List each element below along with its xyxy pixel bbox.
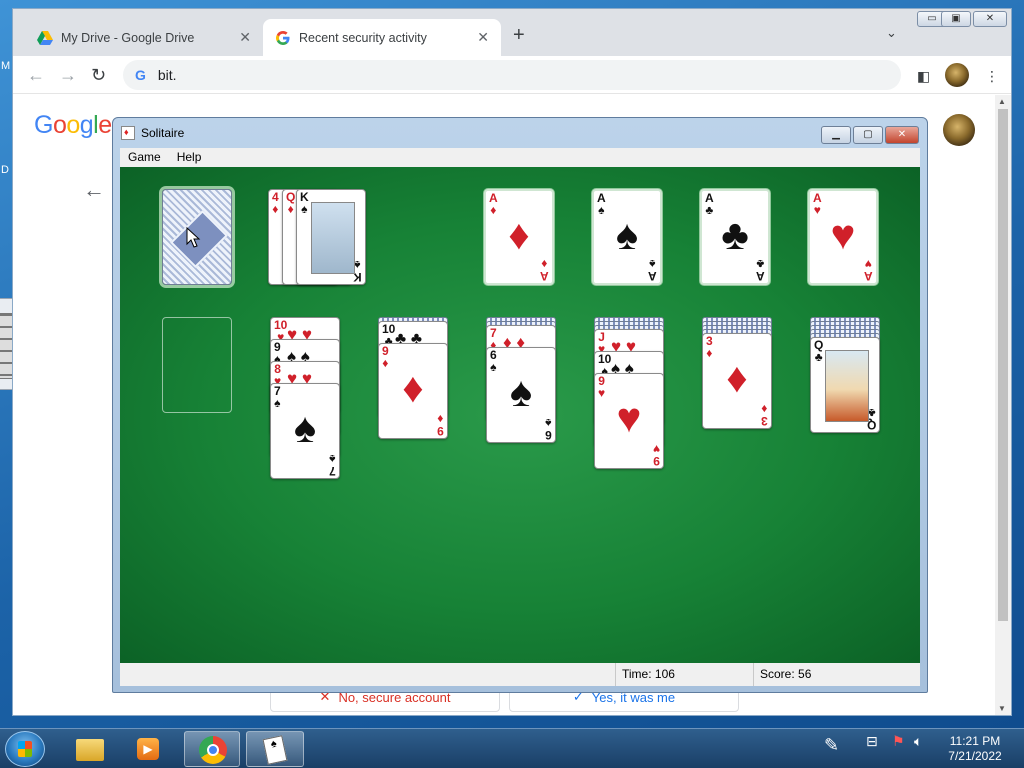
card-rank: Q ♣ [814, 338, 824, 364]
menu-help[interactable]: Help [169, 148, 210, 167]
windows-explorer-icon[interactable] [70, 731, 110, 767]
status-bar: Time: 106 Score: 56 [120, 663, 920, 686]
volume-icon[interactable]: 🔈︎ [914, 733, 922, 750]
score-display: Score: 56 [753, 663, 893, 686]
solitaire-window: Solitaire ▁ ▢ ✕ Game Help 4 ♦♦ ♦Q ♦♦ ♦K … [112, 117, 928, 693]
chevron-down-icon[interactable]: ⌄ [886, 25, 897, 41]
card-suit-symbol: ♥ [830, 211, 856, 258]
google-g-icon: G [135, 67, 146, 83]
foundation-card[interactable]: A ♦ A ♦ ♦ [484, 189, 554, 285]
google-g-icon [276, 30, 290, 45]
card-suit-symbol: ♠ [615, 211, 639, 258]
card-suit-symbol: ♦ [726, 354, 748, 401]
card-rank-corner: A ♦ [540, 257, 549, 283]
tableau-empty-slot[interactable] [162, 317, 232, 413]
pen-tablet-icon[interactable]: ✎ [824, 735, 839, 756]
card-suit-symbol: ♠ [509, 368, 533, 415]
tableau-card[interactable]: 7 ♠ 7 ♠ ♠ [270, 383, 340, 479]
foundation-card[interactable]: A ♠ A ♠ ♠ [592, 189, 662, 285]
card-rank-corner: A ♥ [864, 257, 873, 283]
solitaire-icon[interactable]: ♠ [246, 731, 304, 767]
menu-bar: Game Help [120, 148, 920, 167]
foundation-card[interactable]: A ♣ A ♣ ♣ [700, 189, 770, 285]
address-text: bit. [157, 67, 177, 83]
card-rank-corner: A ♠ [648, 257, 657, 283]
card-rank-corner: 9 ♦ [437, 412, 444, 438]
page-scrollbar[interactable]: ▲ ▼ [995, 95, 1011, 715]
mouse-cursor-icon [186, 227, 201, 248]
taskbar: ▶ ♠ ✎ ⊟ ⚑ 🔈︎ 11:21 PM 7/21/2022 [0, 728, 1024, 768]
card-rank: K ♠ [300, 190, 309, 216]
card-suit-symbol: ♠ [293, 404, 317, 451]
close-button[interactable]: ✕ [885, 126, 919, 144]
tab-title: Recent security activity [299, 30, 427, 45]
tab-title: My Drive - Google Drive [61, 30, 195, 45]
card-rank: 4 ♦ [272, 190, 279, 216]
profile-avatar[interactable] [945, 63, 969, 87]
close-button[interactable]: ✕ [973, 11, 1007, 27]
tableau-card[interactable]: 9 ♥ 9 ♥ ♥ [594, 373, 664, 469]
game-board[interactable]: 4 ♦♦ ♦Q ♦♦ ♦K ♠K ♠A ♦A ♦♦A ♠A ♠♠A ♣A ♣♣A… [120, 167, 920, 663]
maximize-button[interactable]: ▢ [853, 126, 883, 144]
scroll-thumb[interactable] [998, 109, 1008, 621]
back-icon[interactable]: ← [27, 65, 45, 86]
browser-toolbar: ← → ↻ G bit. ◧ ⋮ [13, 56, 1011, 94]
time-display: Time: 106 [615, 663, 751, 686]
account-avatar[interactable] [943, 114, 975, 146]
back-arrow-icon[interactable]: ← [83, 177, 105, 203]
card-rank-corner: 3 ♦ [761, 402, 768, 428]
tab-strip: My Drive - Google Drive ✕ Recent securit… [13, 9, 1011, 56]
close-icon[interactable]: ✕ [239, 29, 251, 46]
minimize-button[interactable]: ▁ [821, 126, 851, 144]
card-rank-corner: 6 ♠ [545, 416, 552, 442]
tableau-card[interactable]: 6 ♠ 6 ♠ ♠ [486, 347, 556, 443]
google-drive-icon [37, 30, 53, 45]
tableau-card[interactable]: 3 ♦ 3 ♦ ♦ [702, 333, 772, 429]
waste-card[interactable]: K ♠ K ♠ [296, 189, 366, 285]
face-card-art [311, 202, 355, 274]
reload-icon[interactable]: ↻ [91, 65, 106, 86]
side-panel-icon[interactable]: ◧ [917, 68, 930, 85]
desktop-icon-label[interactable]: M [1, 60, 10, 72]
window-title: Solitaire [121, 126, 184, 140]
close-icon[interactable]: ✕ [477, 29, 489, 46]
face-card-art [825, 350, 869, 422]
forward-icon[interactable]: → [59, 65, 77, 86]
new-tab-icon[interactable]: + [513, 24, 525, 47]
card-suit-symbol: ♦ [402, 364, 424, 411]
tab-my-drive[interactable]: My Drive - Google Drive ✕ [25, 19, 263, 56]
card-rank-corner: A ♣ [756, 257, 765, 283]
card-rank-corner: 7 ♠ [329, 452, 336, 478]
solitaire-icon [121, 126, 135, 140]
card-suit-symbol: ♣ [721, 211, 749, 258]
google-logo: Google [34, 111, 112, 139]
scroll-down-icon[interactable]: ▼ [998, 704, 1006, 713]
tab-security-activity[interactable]: Recent security activity ✕ [263, 19, 501, 56]
menu-game[interactable]: Game [120, 148, 169, 167]
scroll-up-icon[interactable]: ▲ [998, 97, 1006, 106]
clock[interactable]: 11:21 PM 7/21/2022 [940, 734, 1010, 764]
desktop-icon-label[interactable]: D [1, 164, 9, 176]
chrome-icon[interactable] [184, 731, 240, 767]
card-rank-corner: 9 ♥ [652, 442, 660, 468]
card-suit-symbol: ♦ [508, 211, 530, 258]
tableau-card[interactable]: 9 ♦ 9 ♦ ♦ [378, 343, 448, 439]
media-player-icon[interactable]: ▶ [128, 731, 168, 767]
network-icon[interactable]: ⊟ [866, 733, 878, 750]
more-menu-icon[interactable]: ⋮ [985, 68, 999, 85]
maximize-button[interactable]: ▣ [941, 11, 971, 27]
card-suit-symbol: ♥ [616, 394, 642, 441]
card-rank: Q ♦ [286, 190, 296, 216]
action-center-icon[interactable]: ⚑ [892, 733, 905, 750]
foundation-card[interactable]: A ♥ A ♥ ♥ [808, 189, 878, 285]
tableau-card[interactable]: Q ♣ Q ♣ [810, 337, 880, 433]
start-button[interactable] [5, 731, 45, 767]
address-bar[interactable]: G bit. [123, 60, 901, 90]
